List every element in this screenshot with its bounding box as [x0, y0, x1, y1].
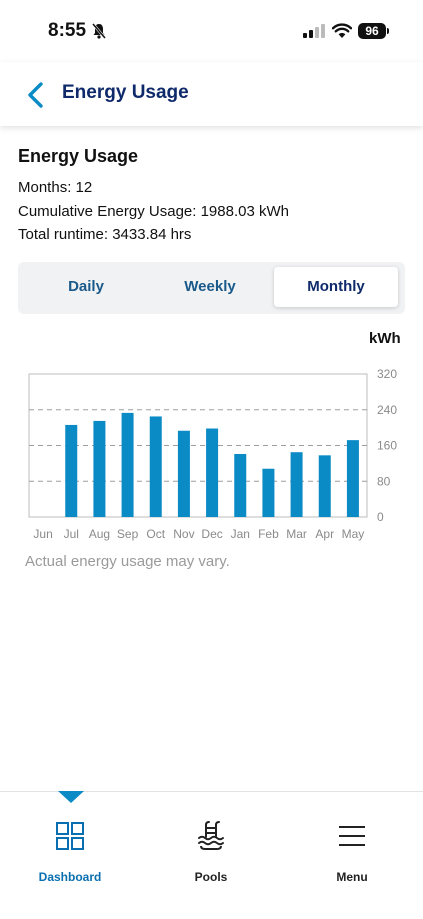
y-tick-label: 0: [377, 510, 384, 524]
x-tick-label: Oct: [146, 527, 165, 541]
bar-nov: [177, 430, 190, 517]
nav-menu-label: Menu: [336, 870, 368, 884]
x-tick-label: Apr: [315, 527, 334, 541]
x-tick-label: Jan: [231, 527, 250, 541]
energy-bar-chart: 0 80 160 240 320 Jun Jul Aug Sep Oct Nov Dec Jan Feb M…: [28, 367, 397, 541]
bar-jul: [65, 424, 78, 517]
tab-weekly[interactable]: Weekly: [148, 267, 272, 307]
dashboard-icon: [20, 820, 120, 852]
hamburger-menu-icon: [302, 820, 402, 852]
x-tick-label: Jul: [64, 527, 79, 541]
battery-indicator: 96: [358, 23, 386, 39]
bar-jan: [234, 453, 247, 517]
page-title: Energy Usage: [62, 82, 189, 103]
tab-daily[interactable]: Daily: [24, 267, 148, 307]
bar-oct: [149, 416, 162, 517]
x-tick-label: Feb: [258, 527, 279, 541]
status-bar: 8:55 96: [0, 0, 423, 62]
summary-title: Energy Usage: [18, 146, 139, 166]
bar-mar: [290, 452, 303, 517]
bar-aug: [93, 420, 106, 517]
period-selector: Daily Weekly Monthly: [18, 262, 405, 314]
app-header: Energy Usage: [0, 62, 423, 126]
x-tick-label: Dec: [201, 527, 222, 541]
bottom-nav: Dashboard Pools Menu: [0, 791, 423, 919]
bar-apr: [318, 455, 331, 517]
bar-sep: [121, 412, 134, 517]
plot-frame: [28, 373, 368, 518]
tab-monthly[interactable]: Monthly: [274, 267, 398, 307]
bar-feb: [262, 468, 275, 517]
x-tick-label: Nov: [173, 527, 194, 541]
status-time: 8:55: [48, 20, 87, 41]
chart-unit-label: kWh: [369, 330, 401, 347]
x-tick-label: Mar: [286, 527, 307, 541]
nav-dashboard[interactable]: Dashboard: [20, 820, 120, 884]
bar-dec: [206, 428, 219, 517]
wifi-icon: [331, 23, 353, 43]
y-tick-label: 320: [377, 367, 397, 381]
y-tick-label: 80: [377, 474, 391, 488]
total-runtime: Total runtime: 3433.84 hrs: [18, 226, 192, 243]
cumulative-energy: Cumulative Energy Usage: 1988.03 kWh: [18, 202, 289, 220]
battery-tip: [387, 28, 389, 34]
disclaimer-text: Actual energy usage may vary.: [25, 553, 230, 570]
x-tick-label: Aug: [89, 527, 110, 541]
months-count: Months: 12: [18, 179, 93, 196]
nav-pools-label: Pools: [194, 870, 228, 884]
x-tick-label: May: [342, 527, 365, 541]
pool-icon: [161, 820, 261, 852]
nav-dashboard-label: Dashboard: [38, 870, 102, 884]
nav-pools[interactable]: Pools: [161, 820, 261, 884]
energy-summary: Energy Usage Months: 12 Cumulative Energ…: [18, 146, 289, 247]
bell-off-icon: [92, 23, 106, 44]
x-tick-label: Sep: [117, 527, 139, 541]
bar-may: [346, 440, 359, 517]
x-tick-label: Jun: [33, 527, 52, 541]
active-tab-indicator: [58, 791, 84, 803]
chevron-left-icon: [28, 82, 43, 108]
back-button[interactable]: [22, 80, 50, 110]
y-tick-label: 240: [377, 403, 397, 417]
y-tick-label: 160: [377, 439, 397, 453]
signal-icon: [303, 24, 325, 43]
nav-menu[interactable]: Menu: [302, 820, 402, 884]
